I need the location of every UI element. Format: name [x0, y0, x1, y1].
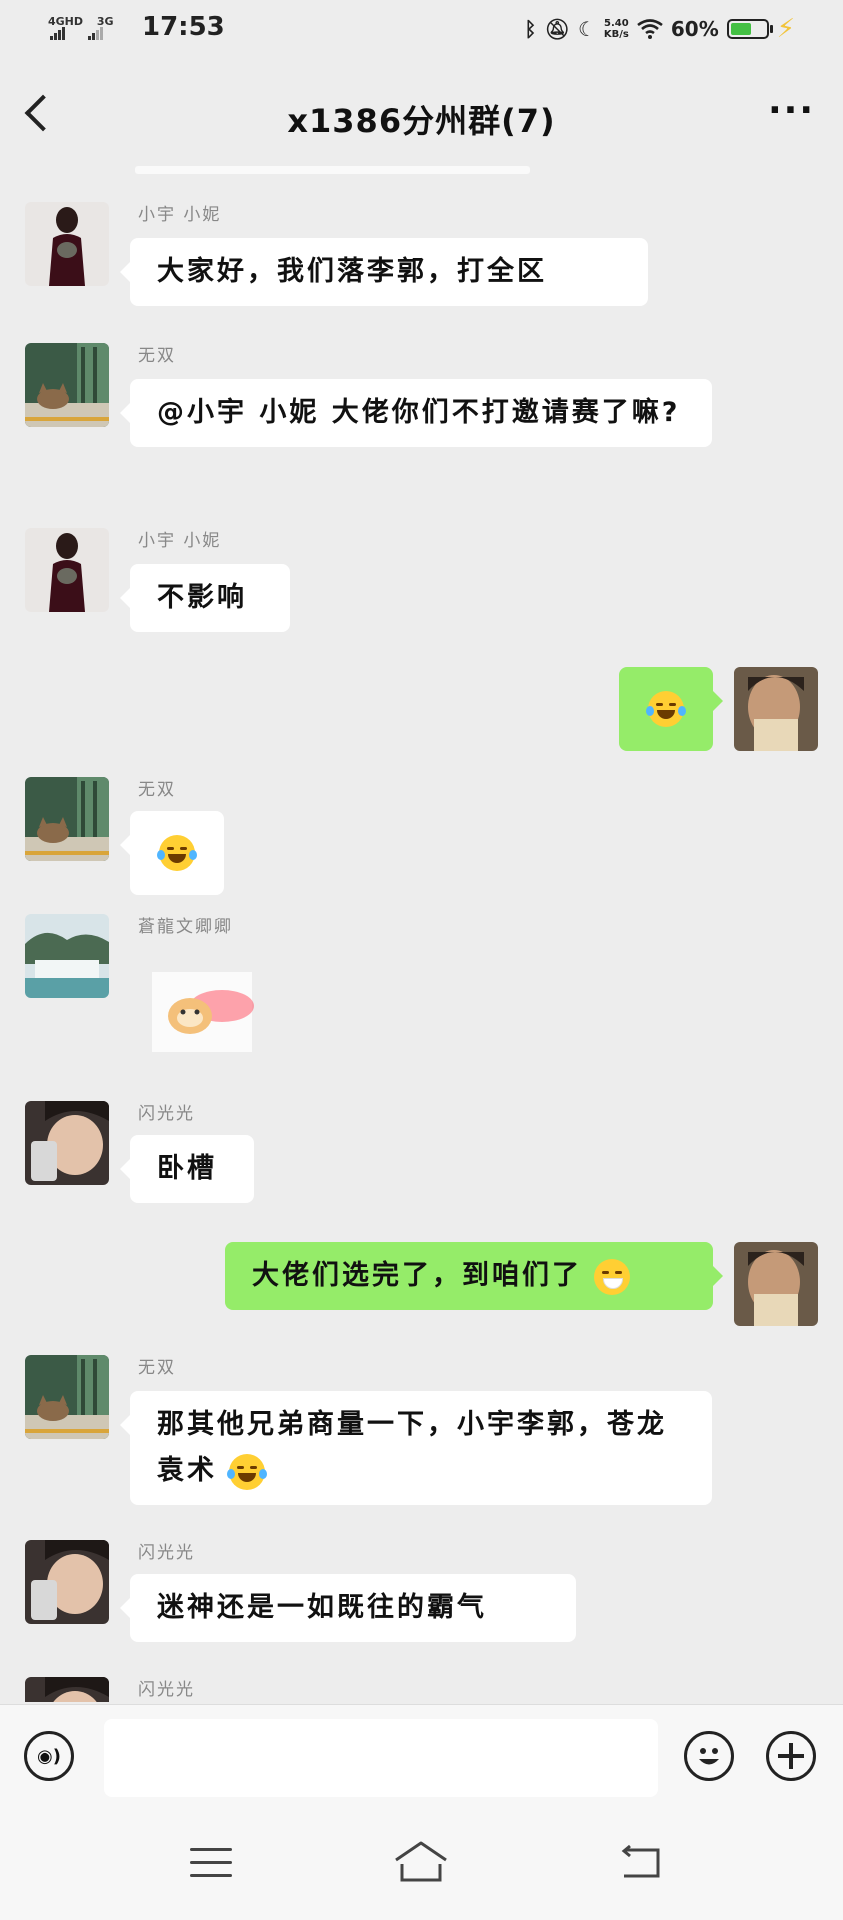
message-text: 大佬们选完了，到咱们了: [252, 1260, 582, 1291]
avatar-person-phone-image: [25, 1101, 109, 1185]
laugh-cry-emoji: [157, 835, 197, 871]
emoji-icon: [699, 1748, 719, 1765]
avatar[interactable]: [25, 1101, 109, 1185]
avatar-person-phone-image: [25, 1677, 109, 1702]
emoji-button[interactable]: [684, 1731, 734, 1781]
avatar-waterfall-image: [25, 914, 109, 998]
laugh-emoji: [227, 1453, 268, 1490]
avatar[interactable]: [25, 777, 109, 861]
avatar[interactable]: [25, 1540, 109, 1624]
avatar[interactable]: [25, 914, 109, 998]
avatar[interactable]: [734, 667, 818, 751]
sender-name: 蒼龍文卿卿: [138, 917, 233, 937]
laugh-cry-emoji: [646, 691, 686, 727]
mask-emoji: [594, 1258, 631, 1295]
avatar[interactable]: [25, 343, 109, 427]
moon-icon: ☾: [577, 17, 596, 41]
sender-name: 小宇 小妮: [138, 531, 222, 551]
sticker-image: [152, 972, 254, 1052]
mute-icon: 🔕︎: [544, 17, 570, 41]
sender-name: 闪光光: [138, 1543, 195, 1563]
chat-header: x1386分州群(7) ···: [0, 58, 843, 178]
avatar[interactable]: [25, 1355, 109, 1439]
voice-icon: ◉): [37, 1745, 61, 1767]
message-bubble[interactable]: [120, 811, 224, 895]
message-text: @小宇 小妮 大佬你们不打邀请赛了嘛?: [157, 397, 681, 428]
sender-name: 闪光光: [138, 1104, 195, 1124]
avatar[interactable]: [734, 1242, 818, 1326]
fire-cat-sticker[interactable]: [150, 972, 260, 1052]
sender-name: 闪光光: [138, 1680, 195, 1700]
avatar-woman-image: [25, 202, 109, 286]
message-bubble[interactable]: 大家好，我们落李郭，打全区: [120, 238, 648, 306]
speed-unit: KB/s: [603, 29, 629, 40]
message-bubble[interactable]: 卧槽: [120, 1135, 254, 1203]
signal-icon-2: [87, 27, 104, 40]
bluetooth-icon: ᛒ: [524, 17, 537, 41]
voice-button[interactable]: ◉): [24, 1731, 74, 1781]
more-options-button[interactable]: ···: [768, 93, 815, 129]
menu-icon[interactable]: [190, 1848, 232, 1878]
wifi-icon: [637, 19, 663, 39]
home-icon[interactable]: [392, 1840, 450, 1884]
message-text: 迷神还是一如既往的霸气: [157, 1592, 487, 1623]
avatar[interactable]: [25, 528, 109, 612]
scroll-indicator: [135, 166, 530, 174]
avatar-woman-image: [25, 528, 109, 612]
message-bubble[interactable]: 不影响: [120, 564, 290, 632]
message-bubble[interactable]: 大佬们选完了，到咱们了: [225, 1242, 723, 1310]
avatar-person-phone-image: [25, 1540, 109, 1624]
network-speed: 5.40 KB/s: [604, 18, 629, 40]
message-list[interactable]: 小宇 小妮 大家好，我们落李郭，打全区 无双 @小宇 小妮 大佬你们不打邀请赛了…: [0, 190, 843, 1702]
battery-icon: [726, 19, 773, 39]
network-indicator: 4GHD 3G: [48, 16, 114, 40]
message-text: 大家好，我们落李郭，打全区: [157, 256, 547, 287]
system-navigation: [0, 1808, 843, 1920]
message-text: 不影响: [157, 582, 247, 613]
avatar-man-image: [734, 1242, 818, 1326]
status-bar: 4GHD 3G 17:53 ᛒ 🔕︎ ☾ 5.40 KB/s 60% ⚡︎: [0, 0, 843, 58]
avatar-cat-window-image: [25, 343, 109, 427]
status-icons: ᛒ 🔕︎ ☾ 5.40 KB/s 60% ⚡︎: [525, 14, 795, 44]
message-input[interactable]: [104, 1719, 658, 1797]
message-text: 卧槽: [157, 1153, 217, 1184]
message-bubble[interactable]: 那其他兄弟商量一下，小宇李郭，苍龙袁术: [120, 1391, 712, 1505]
speed-value: 5.40: [604, 18, 629, 29]
sender-name: 无双: [138, 346, 176, 366]
avatar-cat-window-image: [25, 777, 109, 861]
avatar[interactable]: [25, 1677, 109, 1702]
plus-icon: [778, 1743, 804, 1769]
message-bubble[interactable]: @小宇 小妮 大佬你们不打邀请赛了嘛?: [120, 379, 712, 447]
avatar-cat-window-image: [25, 1355, 109, 1439]
message-bubble[interactable]: [619, 667, 723, 751]
chat-title: x1386分州群(7): [287, 102, 556, 140]
message-bubble[interactable]: 迷神还是一如既往的霸气: [120, 1574, 576, 1642]
battery-percent: 60%: [670, 17, 719, 41]
charging-icon: ⚡︎: [776, 14, 795, 44]
avatar[interactable]: [25, 202, 109, 286]
signal-icon: [50, 27, 66, 40]
sender-name: 无双: [138, 780, 176, 800]
battery-fill: [730, 23, 751, 35]
back-icon[interactable]: [618, 1842, 668, 1882]
input-bar: ◉): [0, 1704, 843, 1809]
plus-button[interactable]: [766, 1731, 816, 1781]
clock: 17:53: [142, 12, 225, 42]
sender-name: 小宇 小妮: [138, 205, 222, 225]
sender-name: 无双: [138, 1358, 176, 1378]
avatar-man-image: [734, 667, 818, 751]
